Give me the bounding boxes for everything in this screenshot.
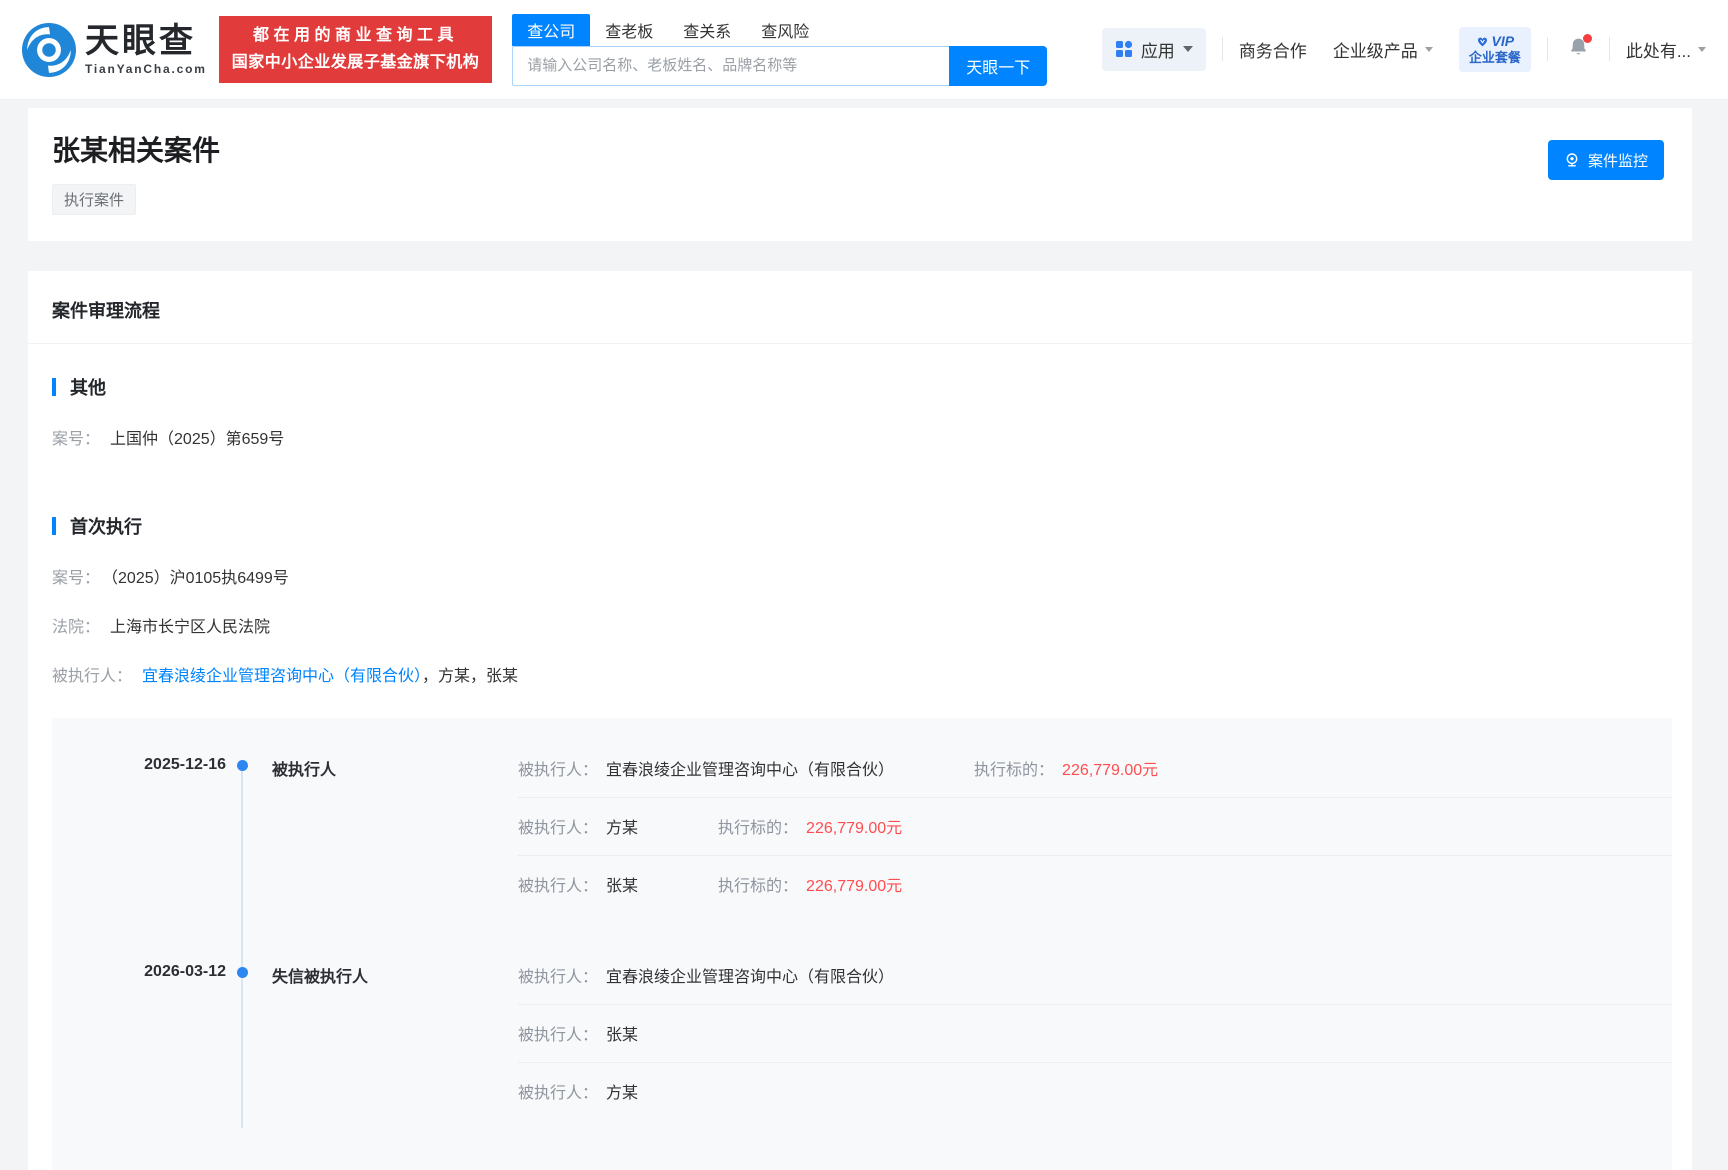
execution-detail-row: 被执行人： 方某 bbox=[518, 1061, 1672, 1120]
execution-detail-row: 被执行人： 张某 bbox=[518, 1003, 1672, 1062]
divider bbox=[28, 342, 1692, 344]
search-input[interactable] bbox=[512, 45, 950, 86]
timeline-dot bbox=[237, 759, 248, 771]
execution-amount: 226,779.00元 bbox=[806, 820, 903, 838]
blue-bar-marker bbox=[52, 377, 56, 396]
company-link[interactable]: 宜春浪绫企业管理咨询中心（有限合伙） bbox=[606, 756, 894, 780]
field-row-case-number: 案号： （2025）沪0105执6499号 bbox=[52, 564, 1672, 588]
field-row-court: 法院： 上海市长宁区人民法院 bbox=[52, 613, 1672, 637]
row-label: 被执行人： bbox=[518, 969, 599, 987]
case-monitor-label: 案件监控 bbox=[1587, 152, 1648, 170]
execution-amount: 226,779.00元 bbox=[1062, 762, 1159, 780]
divider bbox=[1546, 37, 1548, 62]
section-heading-other: 其他 bbox=[52, 374, 1672, 400]
field-label: 法院： bbox=[52, 618, 101, 636]
divider bbox=[1221, 37, 1223, 62]
chevron-down-icon bbox=[1424, 46, 1433, 52]
execution-detail-row: 被执行人： 宜春浪绫企业管理咨询中心（有限合伙） 执行标的： 226,779.00… bbox=[518, 740, 1672, 797]
timeline-group: 2026-03-12 失信被执行人 被执行人： 宜春浪绫企业管理咨询中心（有限合… bbox=[120, 947, 1672, 1120]
user-menu[interactable]: 此处有... bbox=[1626, 37, 1706, 62]
row-label: 被执行人： bbox=[518, 878, 599, 896]
company-link[interactable]: 宜春浪绫企业管理咨询中心（有限合伙） bbox=[142, 668, 422, 685]
top-header: 天眼查 TianYanCha.com 都在用的商业查询工具 国家中小企业发展子基… bbox=[0, 0, 1728, 100]
timeline-date: 2025-12-16 bbox=[144, 755, 226, 773]
row-label: 被执行人： bbox=[518, 1027, 599, 1045]
section-heading-first-execution: 首次执行 bbox=[52, 513, 1672, 539]
section-title: 首次执行 bbox=[70, 516, 142, 537]
field-label: 案号： bbox=[52, 569, 101, 587]
execution-detail-row: 被执行人： 宜春浪绫企业管理咨询中心（有限合伙） bbox=[518, 947, 1672, 1004]
field-value: ，方某，张某 bbox=[422, 667, 519, 685]
person-name: 张某 bbox=[606, 878, 639, 896]
field-value: （2025）沪0105执6499号 bbox=[110, 569, 289, 587]
page-title-card: 张某相关案件 执行案件 案件监控 bbox=[28, 108, 1692, 241]
execution-detail-row: 被执行人： 张某 执行标的： 226,779.00元 bbox=[518, 854, 1672, 913]
tianyancha-logo-icon bbox=[22, 22, 76, 77]
notification-bell-icon[interactable] bbox=[1568, 34, 1592, 62]
logo-domain: TianYanCha.com bbox=[85, 61, 207, 76]
apps-menu-button[interactable]: 应用 bbox=[1101, 27, 1206, 71]
section-title: 其他 bbox=[70, 377, 106, 398]
execution-amount: 226,779.00元 bbox=[806, 878, 903, 896]
case-flow-card: 案件审理流程 其他 案号： 上国仲（2025）第659号 首次执行 案号： （202… bbox=[28, 270, 1692, 1170]
divider bbox=[1608, 37, 1610, 62]
enterprise-products-label: 企业级产品 bbox=[1332, 41, 1418, 61]
chevron-down-icon bbox=[1182, 46, 1193, 53]
timeline-dot bbox=[237, 966, 248, 978]
field-value: 上国仲（2025）第659号 bbox=[110, 430, 285, 448]
vip-label: VIP bbox=[1491, 32, 1515, 49]
amount-label: 执行标的： bbox=[718, 878, 799, 896]
field-value: 上海市长宁区人民法院 bbox=[110, 618, 271, 636]
vip-enterprise-badge[interactable]: VIP 企业套餐 bbox=[1458, 26, 1531, 73]
nav-business-cooperation[interactable]: 商务合作 bbox=[1239, 37, 1307, 62]
row-label: 被执行人： bbox=[518, 762, 599, 780]
logo-title: 天眼查 bbox=[85, 21, 196, 60]
blue-bar-marker bbox=[52, 516, 56, 535]
monitor-camera-icon bbox=[1566, 153, 1578, 167]
case-type-tag: 执行案件 bbox=[52, 183, 137, 215]
case-monitor-button[interactable]: 案件监控 bbox=[1547, 140, 1664, 180]
apps-grid-icon bbox=[1115, 41, 1132, 58]
flow-heading: 案件审理流程 bbox=[52, 300, 160, 321]
field-row-case-number: 案号： 上国仲（2025）第659号 bbox=[52, 425, 1672, 449]
header-nav: 应用 商务合作 企业级产品 VIP 企业套餐 此处有... bbox=[1101, 26, 1706, 73]
field-row-executed-persons: 被执行人： 宜春浪绫企业管理咨询中心（有限合伙），方某，张某 bbox=[52, 662, 1672, 686]
notification-dot bbox=[1582, 34, 1592, 44]
amount-label: 执行标的： bbox=[718, 820, 799, 838]
search-tab-company[interactable]: 查公司 bbox=[512, 13, 591, 46]
row-label: 被执行人： bbox=[518, 820, 599, 838]
vip-package-label: 企业套餐 bbox=[1468, 50, 1521, 66]
timeline-label: 失信被执行人 bbox=[272, 968, 369, 986]
user-menu-label: 此处有... bbox=[1625, 41, 1691, 61]
field-label: 被执行人： bbox=[52, 667, 133, 685]
amount-label: 执行标的： bbox=[974, 762, 1055, 780]
timeline-group: 2025-12-16 被执行人 被执行人： 宜春浪绫企业管理咨询中心（有限合伙）… bbox=[120, 740, 1672, 913]
brand-slogan-badge: 都在用的商业查询工具 国家中小企业发展子基金旗下机构 bbox=[218, 16, 493, 83]
tianyancha-logo[interactable]: 天眼查 TianYanCha.com bbox=[22, 21, 207, 77]
field-label: 案号： bbox=[52, 430, 101, 448]
search-tabs: 查公司 查老板 查关系 查风险 bbox=[512, 13, 1047, 46]
execution-timeline: 2025-12-16 被执行人 被执行人： 宜春浪绫企业管理咨询中心（有限合伙）… bbox=[52, 717, 1672, 1170]
slogan-line-2: 国家中小企业发展子基金旗下机构 bbox=[231, 53, 480, 71]
search-tab-relation[interactable]: 查关系 bbox=[668, 14, 746, 46]
row-label: 被执行人： bbox=[518, 1085, 599, 1103]
search-block: 查公司 查老板 查关系 查风险 天眼一下 bbox=[512, 13, 1048, 86]
timeline-label: 被执行人 bbox=[272, 761, 337, 779]
person-name: 方某 bbox=[606, 1085, 639, 1103]
person-name: 张某 bbox=[606, 1027, 639, 1045]
vip-heart-icon bbox=[1477, 37, 1487, 46]
nav-enterprise-products[interactable]: 企业级产品 bbox=[1333, 37, 1433, 62]
apps-label: 应用 bbox=[1140, 41, 1175, 61]
chevron-down-icon bbox=[1698, 46, 1706, 52]
search-tab-risk[interactable]: 查风险 bbox=[746, 14, 824, 46]
execution-detail-row: 被执行人： 方某 执行标的： 226,779.00元 bbox=[518, 796, 1672, 855]
slogan-line-1: 都在用的商业查询工具 bbox=[252, 27, 458, 45]
person-name: 方某 bbox=[606, 820, 639, 838]
search-button[interactable]: 天眼一下 bbox=[949, 45, 1048, 86]
company-link[interactable]: 宜春浪绫企业管理咨询中心（有限合伙） bbox=[606, 963, 894, 987]
timeline-date: 2026-03-12 bbox=[144, 962, 226, 980]
search-tab-boss[interactable]: 查老板 bbox=[590, 14, 668, 46]
page-title: 张某相关案件 bbox=[52, 135, 221, 166]
